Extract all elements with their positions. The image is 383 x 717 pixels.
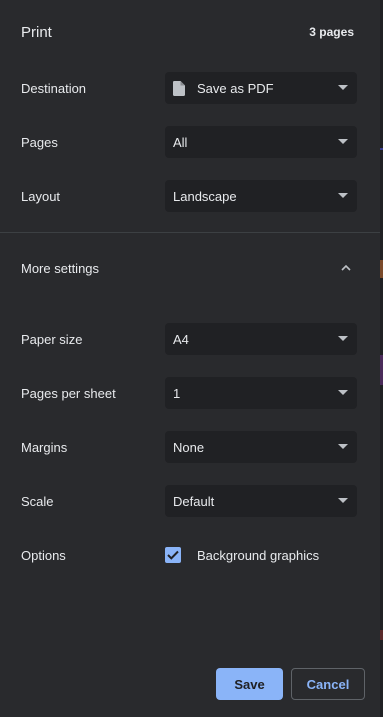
layout-label: Layout: [21, 188, 61, 204]
pages-per-sheet-value: 1: [173, 385, 181, 401]
save-button[interactable]: Save: [216, 668, 283, 700]
chevron-down-icon: [338, 498, 348, 503]
more-settings-label: More settings: [21, 260, 100, 276]
margins-label: Margins: [21, 439, 68, 455]
chevron-down-icon: [338, 390, 348, 395]
scale-select[interactable]: Default: [165, 485, 357, 517]
paper-size-select[interactable]: A4: [165, 323, 357, 355]
pages-per-sheet-label: Pages per sheet: [21, 385, 116, 401]
options-row: Options Background graphics: [21, 539, 357, 571]
pages-row: Pages All: [21, 126, 357, 158]
chevron-down-icon: [338, 444, 348, 449]
pages-per-sheet-row: Pages per sheet 1: [21, 377, 357, 409]
file-icon: [173, 80, 185, 96]
more-settings-toggle[interactable]: More settings: [21, 252, 357, 284]
pages-value: All: [173, 134, 188, 150]
print-header: Print 3 pages: [21, 22, 354, 42]
page-count: 3 pages: [309, 25, 354, 39]
margins-row: Margins None: [21, 431, 357, 463]
chevron-down-icon: [338, 336, 348, 341]
paper-size-value: A4: [173, 331, 189, 347]
chevron-up-icon: [339, 261, 353, 275]
checkmark-icon: [167, 550, 179, 560]
chevron-down-icon: [338, 139, 348, 144]
cancel-button[interactable]: Cancel: [291, 668, 365, 700]
layout-value: Landscape: [173, 188, 237, 204]
destination-row: Destination Save as PDF: [21, 72, 357, 104]
options-label: Options: [21, 547, 66, 563]
destination-select[interactable]: Save as PDF: [165, 72, 357, 104]
pages-per-sheet-select[interactable]: 1: [165, 377, 357, 409]
chevron-down-icon: [338, 193, 348, 198]
layout-row: Layout Landscape: [21, 180, 357, 212]
print-dialog: Print 3 pages Destination Save as PDF Pa…: [0, 0, 380, 717]
pages-label: Pages: [21, 134, 58, 150]
chevron-down-icon: [338, 85, 348, 90]
pages-select[interactable]: All: [165, 126, 357, 158]
background-graphics-option: Background graphics: [165, 547, 319, 563]
section-divider: [0, 232, 380, 233]
background-graphics-label: Background graphics: [197, 547, 320, 563]
background-graphics-checkbox[interactable]: [165, 547, 181, 563]
page-title: Print: [21, 23, 52, 41]
paper-size-row: Paper size A4: [21, 323, 357, 355]
scale-label: Scale: [21, 493, 54, 509]
scale-row: Scale Default: [21, 485, 357, 517]
margins-value: None: [173, 439, 205, 455]
destination-value: Save as PDF: [197, 80, 274, 96]
destination-label: Destination: [21, 80, 87, 96]
scale-value: Default: [173, 493, 215, 509]
layout-select[interactable]: Landscape: [165, 180, 357, 212]
paper-size-label: Paper size: [21, 331, 83, 347]
margins-select[interactable]: None: [165, 431, 357, 463]
